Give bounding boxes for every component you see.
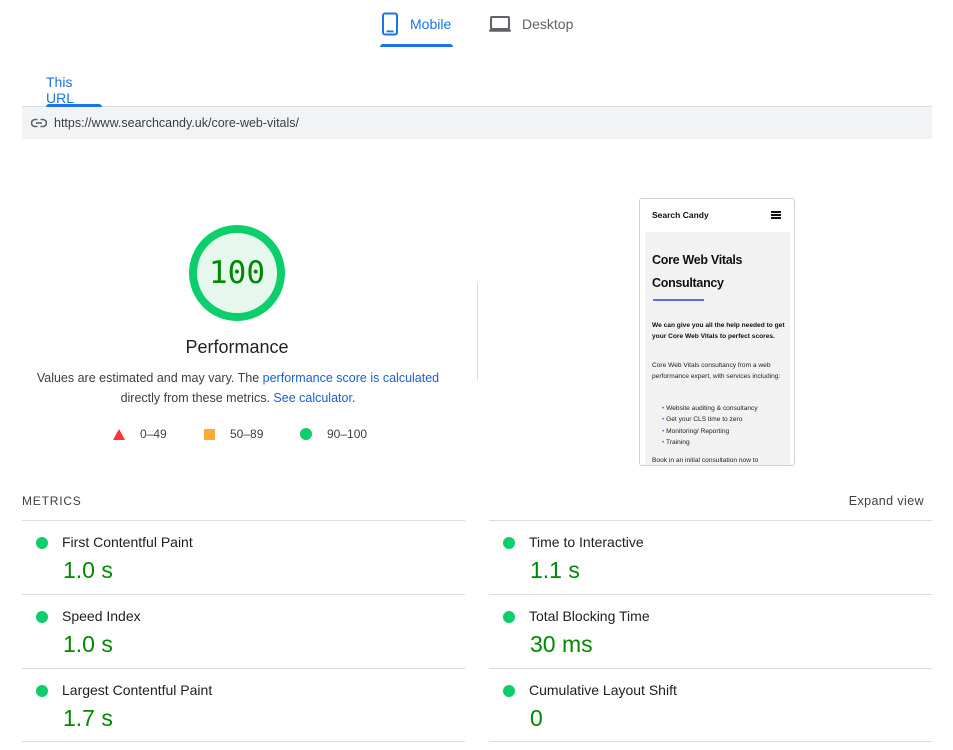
metric-value: 1.0 s (63, 631, 113, 657)
see-calculator-link[interactable]: See calculator (273, 391, 352, 405)
metric-largest-contentful-paint[interactable]: Largest Contentful Paint 1.7 s (22, 668, 465, 742)
legend-pass: 90–100 (300, 427, 367, 441)
metric-total-blocking-time[interactable]: Total Blocking Time 30 ms (489, 594, 932, 668)
list-item: Monitoring/ Reporting (662, 426, 788, 437)
vertical-divider (477, 283, 478, 380)
thumb-paragraph: Core Web Vitals consultancy from a web p… (652, 362, 781, 380)
final-screenshot[interactable]: Search Candy Core Web Vitals Consultancy… (639, 198, 795, 466)
desc-text-2: directly from these metrics. (120, 391, 274, 405)
metric-value: 30 ms (530, 631, 593, 657)
pass-circle-icon (503, 685, 515, 697)
metric-value: 1.7 s (63, 705, 113, 731)
tab-mobile[interactable]: Mobile (380, 0, 453, 47)
thumb-services-list: Website auditing & consultancy Get your … (662, 403, 788, 448)
metric-speed-index[interactable]: Speed Index 1.0 s (22, 594, 465, 668)
metric-value: 0 (530, 705, 543, 731)
list-item: Get your CLS time to zero (662, 414, 788, 425)
link-icon (31, 118, 47, 128)
metrics-header: METRICS Expand view (22, 494, 924, 510)
metric-first-contentful-paint[interactable]: First Contentful Paint 1.0 s (22, 520, 465, 594)
thumb-lead: We can give you all the help needed to g… (652, 322, 785, 340)
list-item: Training (662, 437, 788, 448)
tab-desktop-label: Desktop (522, 15, 574, 32)
desc-text-1: Values are estimated and may vary. The (36, 371, 263, 385)
desc-text-3: . (351, 391, 356, 405)
url-bar: https://www.searchcandy.uk/core-web-vita… (22, 107, 932, 139)
legend-average: 50–89 (204, 427, 263, 441)
thumb-heading: Core Web Vitals Consultancy (652, 253, 743, 290)
metric-name: Total Blocking Time (529, 608, 650, 624)
pass-circle-icon (503, 611, 515, 623)
legend-fail: 0–49 (113, 427, 167, 441)
performance-score: 100 (209, 255, 265, 291)
thumb-heading-underline (653, 299, 704, 301)
hamburger-menu-icon (771, 211, 781, 219)
pass-circle-icon (503, 537, 515, 549)
laptop-icon (489, 15, 511, 32)
performance-score-link[interactable]: performance score is calculated (263, 371, 439, 385)
thumb-brand: Search Candy (652, 210, 709, 220)
metrics-title: METRICS (22, 494, 82, 508)
legend-average-label: 50–89 (230, 427, 264, 441)
expand-view-button[interactable]: Expand view (849, 494, 924, 508)
performance-gauge[interactable]: 100 (188, 224, 286, 322)
square-icon (204, 428, 215, 440)
legend-pass-label: 90–100 (327, 427, 368, 441)
smartphone-icon (382, 12, 398, 35)
metric-cumulative-layout-shift[interactable]: Cumulative Layout Shift 0 (489, 668, 932, 742)
metric-name: Cumulative Layout Shift (529, 682, 677, 698)
list-item: Website auditing & consultancy (662, 403, 788, 414)
tab-desktop[interactable]: Desktop (488, 0, 588, 47)
metric-value: 1.0 s (63, 557, 113, 583)
performance-title: Performance (185, 337, 289, 357)
thumb-content: Core Web Vitals Consultancy We can give … (645, 232, 790, 465)
url-text: https://www.searchcandy.uk/core-web-vita… (54, 116, 300, 130)
pass-circle-icon (36, 685, 48, 697)
metric-time-to-interactive[interactable]: Time to Interactive 1.1 s (489, 520, 932, 594)
pass-circle-icon (36, 611, 48, 623)
triangle-icon (113, 428, 125, 440)
pass-circle-icon (36, 537, 48, 549)
metrics-divider (22, 741, 465, 742)
metric-name: Time to Interactive (529, 534, 644, 550)
performance-description: Values are estimated and may vary. The p… (36, 368, 440, 408)
metrics-divider (489, 741, 932, 742)
metric-name: First Contentful Paint (62, 534, 193, 550)
thumb-header: Search Candy (640, 199, 794, 231)
url-tabs: This URL (22, 64, 932, 107)
circle-icon (300, 428, 312, 440)
legend-fail-label: 0–49 (140, 427, 167, 441)
tab-this-url[interactable]: This URL (46, 64, 102, 107)
metric-name: Speed Index (62, 608, 141, 624)
tab-mobile-label: Mobile (410, 15, 452, 32)
thumb-tail-text: Book in an initial consultation now to (652, 457, 759, 464)
metric-name: Largest Contentful Paint (62, 682, 213, 698)
metric-value: 1.1 s (530, 557, 580, 583)
device-tabs: Mobile Desktop (0, 0, 953, 48)
